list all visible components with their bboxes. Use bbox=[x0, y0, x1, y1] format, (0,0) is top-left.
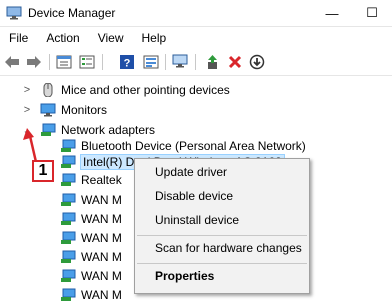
network-adapter-icon bbox=[61, 139, 76, 152]
network-adapter-icon bbox=[61, 193, 76, 206]
tree-item-label: Mice and other pointing devices bbox=[61, 83, 230, 97]
network-adapter-icon bbox=[61, 212, 76, 225]
menu-item-label: Scan for hardware changes bbox=[155, 241, 302, 255]
scan-hardware-icon[interactable] bbox=[170, 52, 190, 72]
menu-item-label: Properties bbox=[155, 269, 215, 283]
properties-sheet-icon[interactable] bbox=[54, 52, 74, 72]
menu-separator bbox=[137, 235, 307, 236]
menu-properties[interactable]: Properties bbox=[135, 265, 309, 287]
network-adapter-icon bbox=[61, 250, 76, 263]
network-adapter-icon bbox=[61, 288, 76, 301]
toolbar-separator bbox=[165, 54, 166, 70]
step1-badge: 1 bbox=[32, 160, 54, 182]
help-icon[interactable]: ? bbox=[117, 52, 137, 72]
toolbar-separator bbox=[102, 54, 103, 70]
menu-scan-hardware[interactable]: Scan for hardware changes bbox=[135, 237, 309, 259]
expand-chevron-icon[interactable]: > bbox=[22, 100, 32, 120]
forward-icon[interactable] bbox=[24, 52, 44, 72]
expand-chevron-icon[interactable]: > bbox=[22, 80, 32, 100]
menu-help[interactable]: Help bbox=[133, 31, 176, 45]
network-adapter-icon bbox=[61, 231, 76, 244]
menu-uninstall-device[interactable]: Uninstall device bbox=[135, 209, 309, 231]
menu-action[interactable]: Action bbox=[37, 31, 88, 45]
device-manager-icon bbox=[6, 6, 22, 20]
tree-item-label: WAN M bbox=[81, 193, 122, 207]
menu-view[interactable]: View bbox=[89, 31, 133, 45]
tree-item-label: Realtek bbox=[81, 173, 122, 187]
network-adapter-icon bbox=[61, 155, 76, 168]
toolbar-separator bbox=[49, 54, 50, 70]
window-title: Device Manager bbox=[28, 6, 116, 20]
network-adapter-icon bbox=[61, 173, 76, 186]
tree-item-label: WAN M bbox=[81, 212, 122, 226]
tree-item-label: Monitors bbox=[61, 103, 108, 117]
network-adapter-icon bbox=[41, 123, 56, 136]
back-icon[interactable] bbox=[2, 52, 22, 72]
minimize-button[interactable]: — bbox=[312, 0, 352, 26]
menu-file[interactable]: File bbox=[0, 31, 37, 45]
update-driver-icon[interactable] bbox=[202, 52, 222, 72]
enable-device-icon[interactable] bbox=[247, 52, 267, 72]
mouse-icon bbox=[43, 83, 53, 97]
monitor-icon bbox=[40, 103, 56, 117]
menu-update-driver[interactable]: Update driver bbox=[135, 161, 309, 183]
tree-item-label: Bluetooth Device (Personal Area Network) bbox=[81, 139, 306, 153]
tree-item-label: WAN M bbox=[81, 288, 122, 302]
tree-item-label: Network adapters bbox=[61, 123, 156, 137]
collapse-chevron-icon[interactable]: ⌄ bbox=[22, 120, 32, 140]
tree-item-label: WAN M bbox=[81, 269, 122, 283]
context-menu: Update driver Disable device Uninstall d… bbox=[134, 158, 310, 294]
toolbar-separator bbox=[195, 54, 196, 70]
menu-separator bbox=[137, 263, 307, 264]
maximize-button[interactable]: ☐ bbox=[352, 0, 392, 26]
network-adapter-icon bbox=[61, 269, 76, 282]
menu-bar: File Action View Help bbox=[0, 27, 392, 49]
menu-item-label: Disable device bbox=[155, 189, 234, 203]
menu-disable-device[interactable]: Disable device bbox=[135, 185, 309, 207]
menu-item-label: Update driver bbox=[155, 165, 228, 179]
tree-item-label: WAN M bbox=[81, 231, 122, 245]
toolbar: ? bbox=[0, 49, 392, 76]
uninstall-icon[interactable] bbox=[225, 52, 245, 72]
tree-item-label: WAN M bbox=[81, 250, 122, 264]
resources-icon[interactable] bbox=[141, 52, 161, 72]
svg-text:?: ? bbox=[124, 58, 131, 70]
menu-item-label: Uninstall device bbox=[155, 213, 240, 227]
title-bar: Device Manager — ☐ bbox=[0, 0, 392, 27]
device-list-icon[interactable] bbox=[77, 52, 97, 72]
